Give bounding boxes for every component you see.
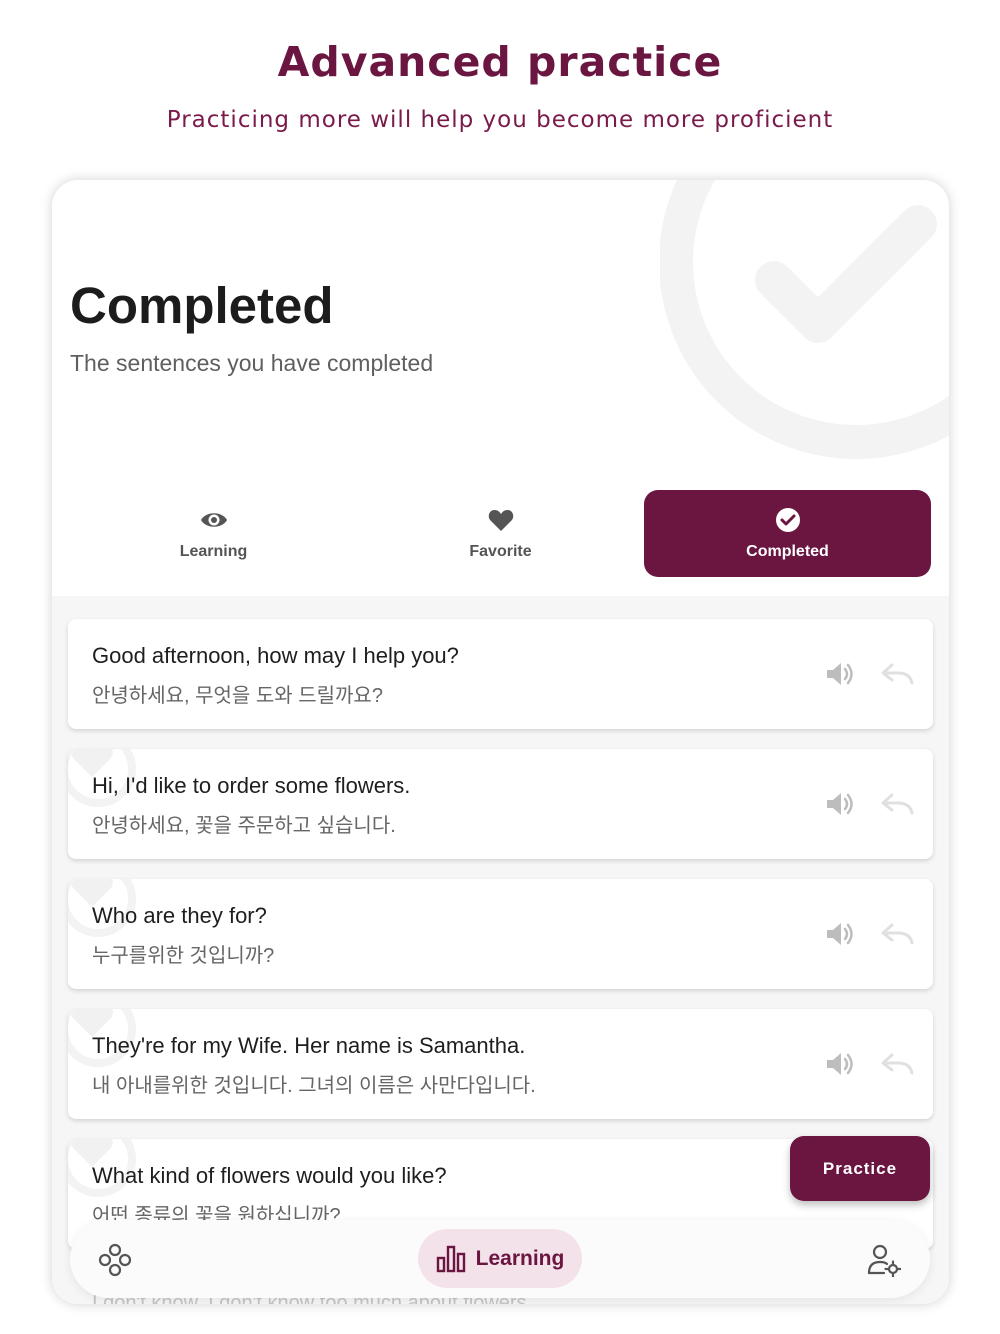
speaker-icon[interactable] [824,1049,854,1079]
eye-icon [200,507,228,533]
sentence-english: Good afternoon, how may I help you? [92,643,459,668]
check-watermark-icon [660,180,949,459]
bottom-nav: Learning [70,1220,930,1298]
tab-label: Learning [179,542,248,560]
sentence-korean: 안녕하세요, 무엇을 도와 드릴까요? [92,685,383,707]
molecule-icon[interactable] [98,1243,132,1277]
sentence-korean: 안녕하세요, 꽃을 주문하고 싶습니다. [92,815,396,837]
undo-icon[interactable] [880,791,914,817]
sentence-english: Hi, I'd like to order some flowers. [92,773,411,798]
tab-label: Completed [746,542,829,560]
speaker-icon[interactable] [824,659,854,689]
sentence-card[interactable]: They're for my Wife. Her name is Samanth… [68,1009,933,1119]
tab-completed[interactable]: Completed [644,490,931,577]
tab-favorite[interactable]: Favorite [357,490,644,577]
tab-learning[interactable]: Learning [70,490,357,577]
user-settings-icon[interactable] [867,1243,901,1277]
undo-icon[interactable] [880,921,914,947]
undo-icon[interactable] [880,1051,914,1077]
heart-icon [488,507,514,533]
sentence-korean: 누구를위한 것입니까? [92,945,275,967]
hero-title: Advanced practice [277,38,723,86]
sentence-card[interactable]: Hi, I'd like to order some flowers. 안녕하세… [68,749,933,859]
section-subtitle: The sentences you have completed [70,350,434,376]
bar-chart-icon [436,1245,465,1272]
nav-learning-label: Learning [475,1246,565,1270]
section-title: Completed [70,277,334,334]
tab-bar: Learning Favorite Completed [52,490,949,578]
app-screen: Completed The sentences you have complet… [52,180,949,1304]
nav-learning-button[interactable]: Learning [418,1229,582,1288]
sentence-card[interactable]: Who are they for? 누구를위한 것입니까? [68,879,933,989]
sentence-english: What kind of flowers would you like? [92,1163,447,1188]
practice-button[interactable]: Practice [790,1136,930,1201]
undo-icon[interactable] [880,661,914,687]
hero-subtitle: Practicing more will help you become mor… [166,107,834,133]
sentence-english: They're for my Wife. Her name is Samanth… [92,1033,526,1058]
tab-label: Favorite [469,542,532,560]
speaker-icon[interactable] [824,919,854,949]
sentence-english: Who are they for? [92,903,267,928]
sentence-card[interactable]: Good afternoon, how may I help you? 안녕하세… [68,619,933,729]
sentence-korean: 내 아내를위한 것입니다. 그녀의 이름은 사만다입니다. [92,1075,536,1097]
check-circle-icon [775,507,801,533]
speaker-icon[interactable] [824,789,854,819]
